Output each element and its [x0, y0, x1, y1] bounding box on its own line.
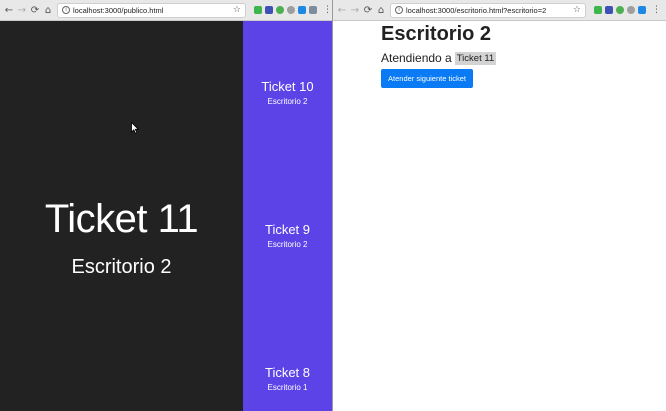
- extension-icon[interactable]: [276, 6, 284, 14]
- address-bar[interactable]: i localhost:3000/publico.html ☆: [57, 2, 246, 18]
- next-ticket-button[interactable]: Atender siguiente ticket: [381, 69, 473, 88]
- browser-toolbar-right: ← → ⟳ ⌂ i localhost:3000/escritorio.html…: [333, 0, 666, 21]
- extension-icon[interactable]: [265, 6, 273, 14]
- extensions: ⋮: [254, 5, 332, 15]
- forward-icon[interactable]: →: [349, 3, 361, 17]
- menu-icon[interactable]: ⋮: [652, 5, 661, 15]
- address-bar[interactable]: i localhost:3000/escritorio.html?escrito…: [390, 2, 586, 18]
- extension-icon[interactable]: [309, 6, 317, 14]
- extension-icon[interactable]: [638, 6, 646, 14]
- extension-icon[interactable]: [605, 6, 613, 14]
- recent-ticket-item: Ticket 9 Escritorio 2: [243, 222, 332, 249]
- menu-icon[interactable]: ⋮: [323, 5, 332, 15]
- extensions: ⋮: [594, 5, 661, 15]
- bookmark-star-icon[interactable]: ☆: [233, 5, 241, 15]
- mouse-cursor-icon: [131, 122, 139, 134]
- page-title: Escritorio 2: [381, 23, 492, 45]
- reload-icon[interactable]: ⟳: [362, 3, 374, 17]
- reload-icon[interactable]: ⟳: [29, 3, 41, 17]
- back-icon[interactable]: ←: [3, 3, 15, 17]
- attending-label: Atendiendo a: [381, 51, 452, 65]
- recent-ticket-number: Ticket 9: [264, 222, 311, 237]
- back-icon[interactable]: ←: [336, 3, 348, 17]
- extension-icon[interactable]: [287, 6, 295, 14]
- extension-icon[interactable]: [627, 6, 635, 14]
- attending-ticket: Ticket 11: [454, 51, 497, 65]
- url-text[interactable]: localhost:3000/escritorio.html?escritori…: [406, 6, 571, 15]
- current-ticket-panel: Ticket 11 Escritorio 2: [0, 21, 243, 411]
- recent-ticket-desk: Escritorio 2: [267, 240, 308, 249]
- extension-icon[interactable]: [594, 6, 602, 14]
- info-icon[interactable]: i: [62, 6, 70, 14]
- extension-icon[interactable]: [298, 6, 306, 14]
- home-icon[interactable]: ⌂: [375, 3, 387, 17]
- recent-ticket-item: Ticket 8 Escritorio 1: [243, 365, 332, 392]
- extension-icon[interactable]: [616, 6, 624, 14]
- browser-toolbar-left: ← → ⟳ ⌂ i localhost:3000/publico.html ☆ …: [0, 0, 332, 21]
- current-ticket-number: Ticket 11: [44, 197, 199, 241]
- info-icon[interactable]: i: [395, 6, 403, 14]
- recent-ticket-item: Ticket 10 Escritorio 2: [243, 79, 332, 106]
- recent-ticket-number: Ticket 8: [264, 365, 311, 380]
- home-icon[interactable]: ⌂: [42, 3, 54, 17]
- extension-icon[interactable]: [254, 6, 262, 14]
- url-text[interactable]: localhost:3000/publico.html: [73, 6, 231, 15]
- recent-ticket-desk: Escritorio 2: [267, 97, 308, 106]
- bookmark-star-icon[interactable]: ☆: [573, 5, 581, 15]
- screen: ← → ⟳ ⌂ i localhost:3000/publico.html ☆ …: [0, 0, 666, 411]
- nav-buttons: ← → ⟳ ⌂: [333, 3, 387, 17]
- escritorio-page: Escritorio 2 Atendiendo a Ticket 11 Aten…: [333, 21, 666, 411]
- current-ticket-desk: Escritorio 2: [71, 256, 172, 278]
- recent-ticket-number: Ticket 10: [261, 79, 314, 94]
- forward-icon[interactable]: →: [16, 3, 28, 17]
- attending-status: Atendiendo a Ticket 11: [381, 51, 497, 65]
- nav-buttons: ← → ⟳ ⌂: [0, 3, 54, 17]
- recent-ticket-desk: Escritorio 1: [267, 383, 308, 392]
- recent-tickets-panel: Ticket 10 Escritorio 2 Ticket 9 Escritor…: [243, 21, 332, 411]
